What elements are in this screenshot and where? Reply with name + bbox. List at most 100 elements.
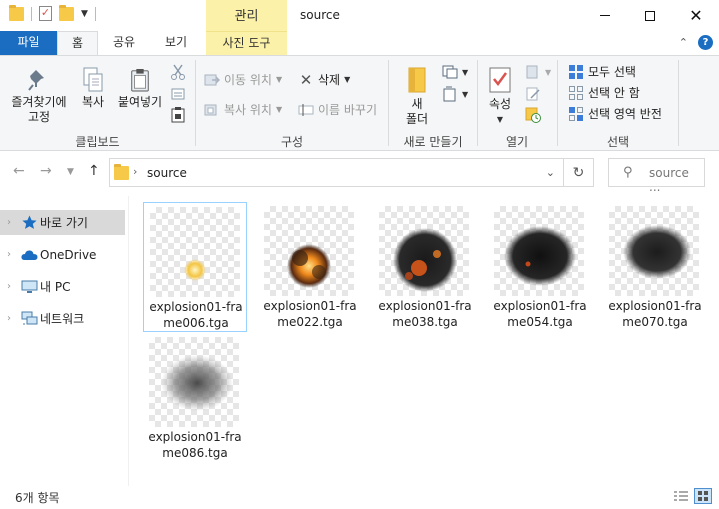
nav-label-quick-access: 바로 가기 xyxy=(40,216,88,230)
navigation-pane: › 바로 가기 › OneDrive › 내 PC › 네트워크 xyxy=(0,204,128,482)
open-dropdown-icon: ▼ xyxy=(545,67,552,77)
large-icons-view-button[interactable] xyxy=(694,488,712,504)
rename-button[interactable]: 이름 바꾸기 xyxy=(298,101,377,118)
delete-dropdown-icon: ▼ xyxy=(344,75,351,84)
open-button[interactable]: ▼ xyxy=(525,64,551,80)
nav-item-onedrive[interactable]: › OneDrive xyxy=(0,242,125,267)
properties-icon[interactable]: ✓ xyxy=(39,6,52,21)
nav-item-quick-access[interactable]: › 바로 가기 xyxy=(0,210,125,235)
delete-label: 삭제 xyxy=(318,73,341,87)
file-name: explosion01-frame086.tga xyxy=(148,430,242,460)
new-folder-icon[interactable] xyxy=(59,4,74,21)
delete-button[interactable]: ✕ 삭제 ▼ xyxy=(298,71,351,89)
select-all-button[interactable]: 모두 선택 xyxy=(568,63,636,80)
cut-button[interactable] xyxy=(170,64,186,80)
refresh-icon: ↻ xyxy=(572,165,585,181)
minimize-icon xyxy=(600,15,610,16)
paste-shortcut-icon xyxy=(170,107,186,123)
file-item[interactable]: explosion01-frame006.tga xyxy=(143,202,247,332)
expand-chevron-icon[interactable]: › xyxy=(0,313,18,324)
nav-item-network[interactable]: › 네트워크 xyxy=(0,306,125,331)
new-folder-label-line2: 폴더 xyxy=(405,112,429,126)
back-arrow-icon[interactable]: ← xyxy=(13,163,25,179)
file-item[interactable]: explosion01-frame054.tga xyxy=(488,202,592,332)
status-bar: 6개 항목 xyxy=(0,484,719,509)
ribbon: 즐겨찾기에 고정 복사 붙여넣기 클립보드 이동 위치 ▼ 복사 위치 ▼ ✕ … xyxy=(0,55,719,151)
quick-access-toolbar: ✓ ▼ xyxy=(9,4,96,21)
customize-toolbar-icon[interactable]: ▼ xyxy=(81,9,88,19)
expand-chevron-icon[interactable]: › xyxy=(0,217,18,228)
move-to-label: 이동 위치 xyxy=(224,73,272,87)
title-bar: ✓ ▼ 관리 source ✕ xyxy=(0,0,719,31)
invert-selection-button[interactable]: 선택 영역 반전 xyxy=(568,105,662,122)
expand-chevron-icon[interactable]: › xyxy=(0,281,18,292)
search-box[interactable]: ⚲ source ... xyxy=(608,158,705,194)
paste-button[interactable]: 붙여넣기 xyxy=(114,68,166,110)
tab-file[interactable]: 파일 xyxy=(0,31,57,55)
select-all-icon xyxy=(568,64,584,80)
folder-icon xyxy=(114,164,129,183)
star-icon xyxy=(18,215,40,230)
close-icon: ✕ xyxy=(689,5,703,25)
help-icon[interactable]: ? xyxy=(698,35,713,50)
move-to-dropdown-icon: ▼ xyxy=(275,75,283,84)
tab-share[interactable]: 공유 xyxy=(101,31,147,55)
breadcrumb-current[interactable]: source xyxy=(147,166,187,180)
thumbnail xyxy=(379,206,469,296)
tab-home[interactable]: 홈 xyxy=(57,31,98,55)
recent-locations-dropdown-icon[interactable]: ▼ xyxy=(67,167,74,177)
breadcrumb-chevron-icon[interactable]: › xyxy=(133,165,137,178)
forward-arrow-icon[interactable]: → xyxy=(40,163,52,179)
collapse-ribbon-icon[interactable]: ⌃ xyxy=(679,36,688,49)
search-placeholder: source ... xyxy=(649,166,689,194)
toolbar-divider xyxy=(31,6,32,21)
copy-button[interactable]: 복사 xyxy=(76,67,110,110)
navigation-bar: ← → ▼ ↑ › source ⌄ ↻ ⚲ source ... xyxy=(0,158,719,194)
paste-shortcut-button[interactable] xyxy=(170,107,186,123)
minimize-button[interactable] xyxy=(582,0,628,31)
select-none-button[interactable]: 선택 안 함 xyxy=(568,84,640,101)
pane-splitter[interactable] xyxy=(128,196,129,486)
address-bar[interactable]: › source ⌄ xyxy=(109,158,564,187)
thumbnail xyxy=(494,206,584,296)
file-name: explosion01-frame006.tga xyxy=(149,300,243,330)
open-icon xyxy=(525,64,541,80)
new-folder-icon xyxy=(405,66,429,94)
open-group-label: 열기 xyxy=(505,135,529,149)
edit-button[interactable] xyxy=(525,86,541,102)
ribbon-tabs: 파일 홈 공유 보기 사진 도구 ⌃ ? xyxy=(0,31,719,55)
close-button[interactable]: ✕ xyxy=(673,0,719,31)
select-none-icon xyxy=(568,85,584,101)
file-item[interactable]: explosion01-frame022.tga xyxy=(258,202,362,332)
new-item-button[interactable]: ▼ xyxy=(442,64,468,80)
copy-to-button[interactable]: 복사 위치 ▼ xyxy=(204,101,282,118)
easy-access-button[interactable]: ▼ xyxy=(442,86,468,102)
new-folder-button[interactable]: 새 폴더 xyxy=(398,66,436,127)
invert-selection-icon xyxy=(568,106,584,122)
copy-path-button[interactable] xyxy=(170,86,186,102)
history-button[interactable] xyxy=(525,107,541,123)
file-item[interactable]: explosion01-frame038.tga xyxy=(373,202,477,332)
move-to-button[interactable]: 이동 위치 ▼ xyxy=(204,71,282,88)
up-arrow-icon[interactable]: ↑ xyxy=(88,163,100,179)
select-none-label: 선택 안 함 xyxy=(588,86,640,100)
properties-button[interactable]: 속성 ▼ xyxy=(484,66,516,127)
file-item[interactable]: explosion01-frame070.tga xyxy=(603,202,707,332)
details-view-button[interactable] xyxy=(672,488,690,504)
tab-picture-tools[interactable]: 사진 도구 xyxy=(206,31,287,55)
expand-chevron-icon[interactable]: › xyxy=(0,249,18,260)
address-dropdown-icon[interactable]: ⌄ xyxy=(546,166,555,179)
thumbnail xyxy=(264,206,354,296)
properties-dropdown-icon: ▼ xyxy=(496,115,504,124)
new-group-label: 새로 만들기 xyxy=(403,135,463,149)
manage-context-tab[interactable]: 관리 xyxy=(206,0,287,31)
tab-view[interactable]: 보기 xyxy=(152,31,200,55)
clipboard-group-label: 클립보드 xyxy=(75,135,120,149)
thumbnail xyxy=(150,207,240,297)
pin-quick-access-button[interactable]: 즐겨찾기에 고정 xyxy=(8,68,70,125)
file-item[interactable]: explosion01-frame086.tga xyxy=(143,333,247,463)
nav-item-this-pc[interactable]: › 내 PC xyxy=(0,274,125,299)
refresh-button[interactable]: ↻ xyxy=(564,158,594,187)
maximize-button[interactable] xyxy=(627,0,673,31)
copy-label: 복사 xyxy=(81,95,105,109)
